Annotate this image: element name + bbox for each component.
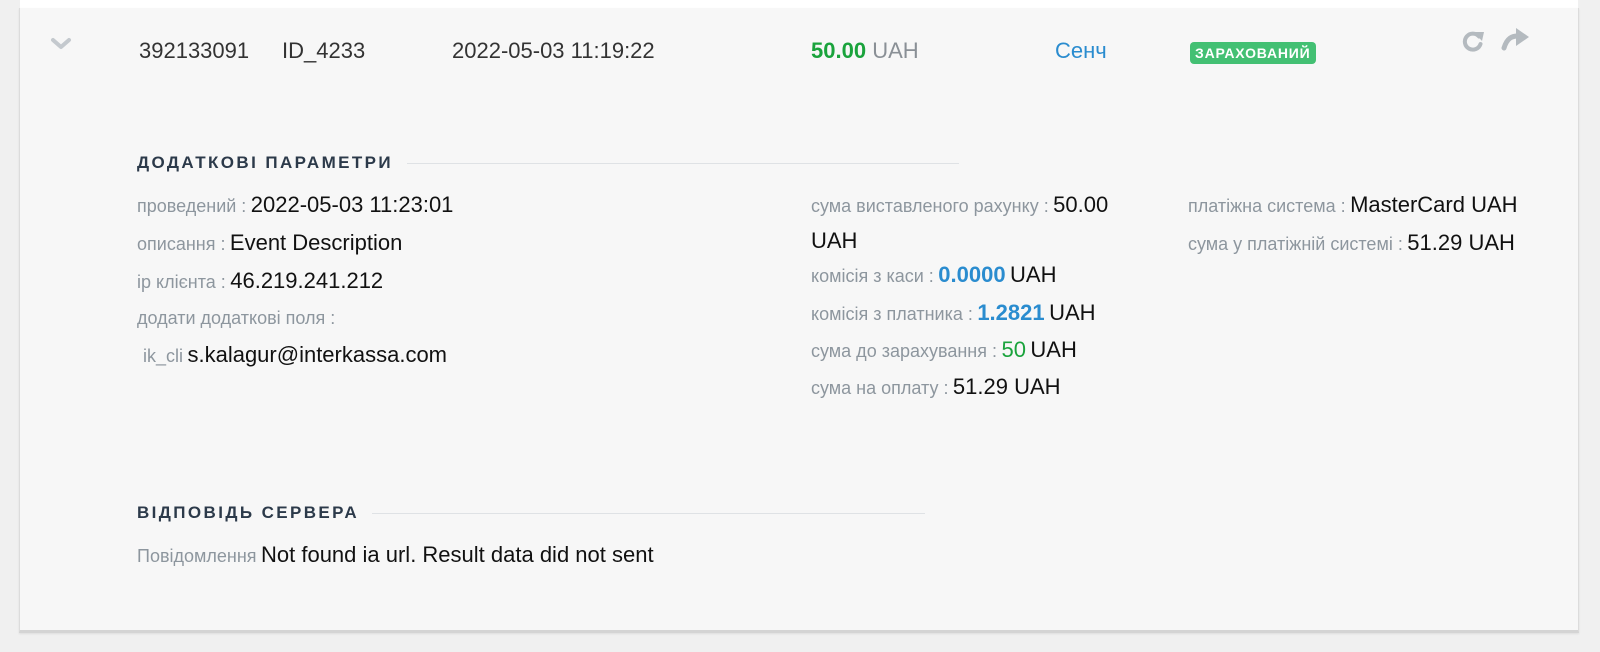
- invoice-sum-label: сума виставленого рахунку :: [811, 196, 1049, 216]
- amount-value: 50.00: [811, 38, 867, 63]
- previous-row-edge: [20, 0, 1578, 8]
- invoice-sum-value: 50.00: [1053, 192, 1109, 217]
- chevron-down-icon[interactable]: [50, 32, 72, 54]
- server-message-field: Повідомлення Not found ia url. Result da…: [137, 542, 654, 568]
- pay-sum-field: сума на оплату : 51.29 UAH: [811, 374, 1061, 400]
- checkout-commission-currency: UAH: [1010, 262, 1057, 287]
- paysystem-sum-value: 51.29 UAH: [1407, 230, 1515, 255]
- invoice-sum-currency: UAH: [811, 228, 858, 253]
- processed-label: проведений :: [137, 196, 247, 216]
- credit-sum-label: сума до зарахування :: [811, 341, 997, 361]
- invoice-sum-field: сума виставленого рахунку : 50.00: [811, 192, 1108, 218]
- additional-params-title: ДОДАТКОВІ ПАРАМЕТРИ: [137, 153, 394, 172]
- payer-commission-field: комісія з платника : 1.2821 UAH: [811, 300, 1096, 326]
- invoice-id: 392133091: [139, 38, 250, 63]
- checkout-link[interactable]: Сенч: [1055, 38, 1107, 64]
- processed-field: проведений : 2022-05-03 11:23:01: [137, 192, 453, 218]
- amount-currency: UAH: [872, 38, 919, 63]
- description-value: Event Description: [229, 230, 403, 255]
- client-ip-field: ip клієнта : 46.219.241.212: [137, 268, 383, 294]
- description-field: описання : Event Description: [137, 230, 402, 256]
- payer-commission-currency: UAH: [1049, 300, 1096, 325]
- checkout-commission-field: комісія з каси : 0.0000 UAH: [811, 262, 1056, 288]
- paysystem-label: платіжна система :: [1188, 196, 1346, 216]
- pay-sum-label: сума на оплату :: [811, 378, 949, 398]
- server-message-value: Not found ia url. Result data did not se…: [261, 542, 654, 567]
- payer-commission-label: комісія з платника :: [811, 304, 973, 324]
- client-ip-value: 46.219.241.212: [230, 268, 384, 293]
- processed-value: 2022-05-03 11:23:01: [250, 192, 454, 217]
- payment-id: ID_4233: [282, 38, 366, 63]
- paysystem-field: платіжна система : MasterCard UAH: [1188, 192, 1518, 218]
- credit-sum-value: 50: [1001, 337, 1026, 362]
- paysystem-sum-label: сума у платіжній системі :: [1188, 234, 1403, 254]
- section-divider: [372, 513, 925, 514]
- paysystem-value: MasterCard UAH: [1350, 192, 1518, 217]
- description-label: описання :: [137, 234, 226, 254]
- extra-field-value: s.kalagur@interkassa.com: [187, 342, 448, 367]
- extra-fields-label: додати додаткові поля :: [137, 308, 336, 328]
- section-divider: [407, 163, 959, 164]
- checkout-commission-value: 0.0000: [938, 262, 1006, 287]
- forward-arrow-icon[interactable]: [1501, 25, 1531, 55]
- payer-commission-value: 1.2821: [977, 300, 1045, 325]
- client-ip-label: ip клієнта :: [137, 272, 226, 292]
- checkout-commission-label: комісія з каси :: [811, 266, 934, 286]
- extra-field-key: ik_cli: [143, 346, 184, 366]
- amount: 50.00 UAH: [811, 38, 919, 64]
- paysystem-sum-field: сума у платіжній системі : 51.29 UAH: [1188, 230, 1515, 256]
- credit-sum-currency: UAH: [1030, 337, 1077, 362]
- created-datetime: 2022-05-03 11:19:22: [452, 38, 655, 63]
- server-response-title: ВІДПОВІДЬ СЕРВЕРА: [137, 503, 360, 522]
- status-badge: ЗАРАХОВАНИЙ: [1190, 42, 1316, 64]
- transaction-details-card: 392133091 ID_4233 2022-05-03 11:19:22 50…: [19, 8, 1579, 633]
- pay-sum-value: 51.29 UAH: [952, 374, 1061, 399]
- extra-field-row: ik_cli s.kalagur@interkassa.com: [143, 342, 447, 368]
- credit-sum-field: сума до зарахування : 50 UAH: [811, 337, 1077, 363]
- refresh-icon[interactable]: [1458, 26, 1488, 56]
- server-message-label: Повідомлення: [137, 546, 257, 566]
